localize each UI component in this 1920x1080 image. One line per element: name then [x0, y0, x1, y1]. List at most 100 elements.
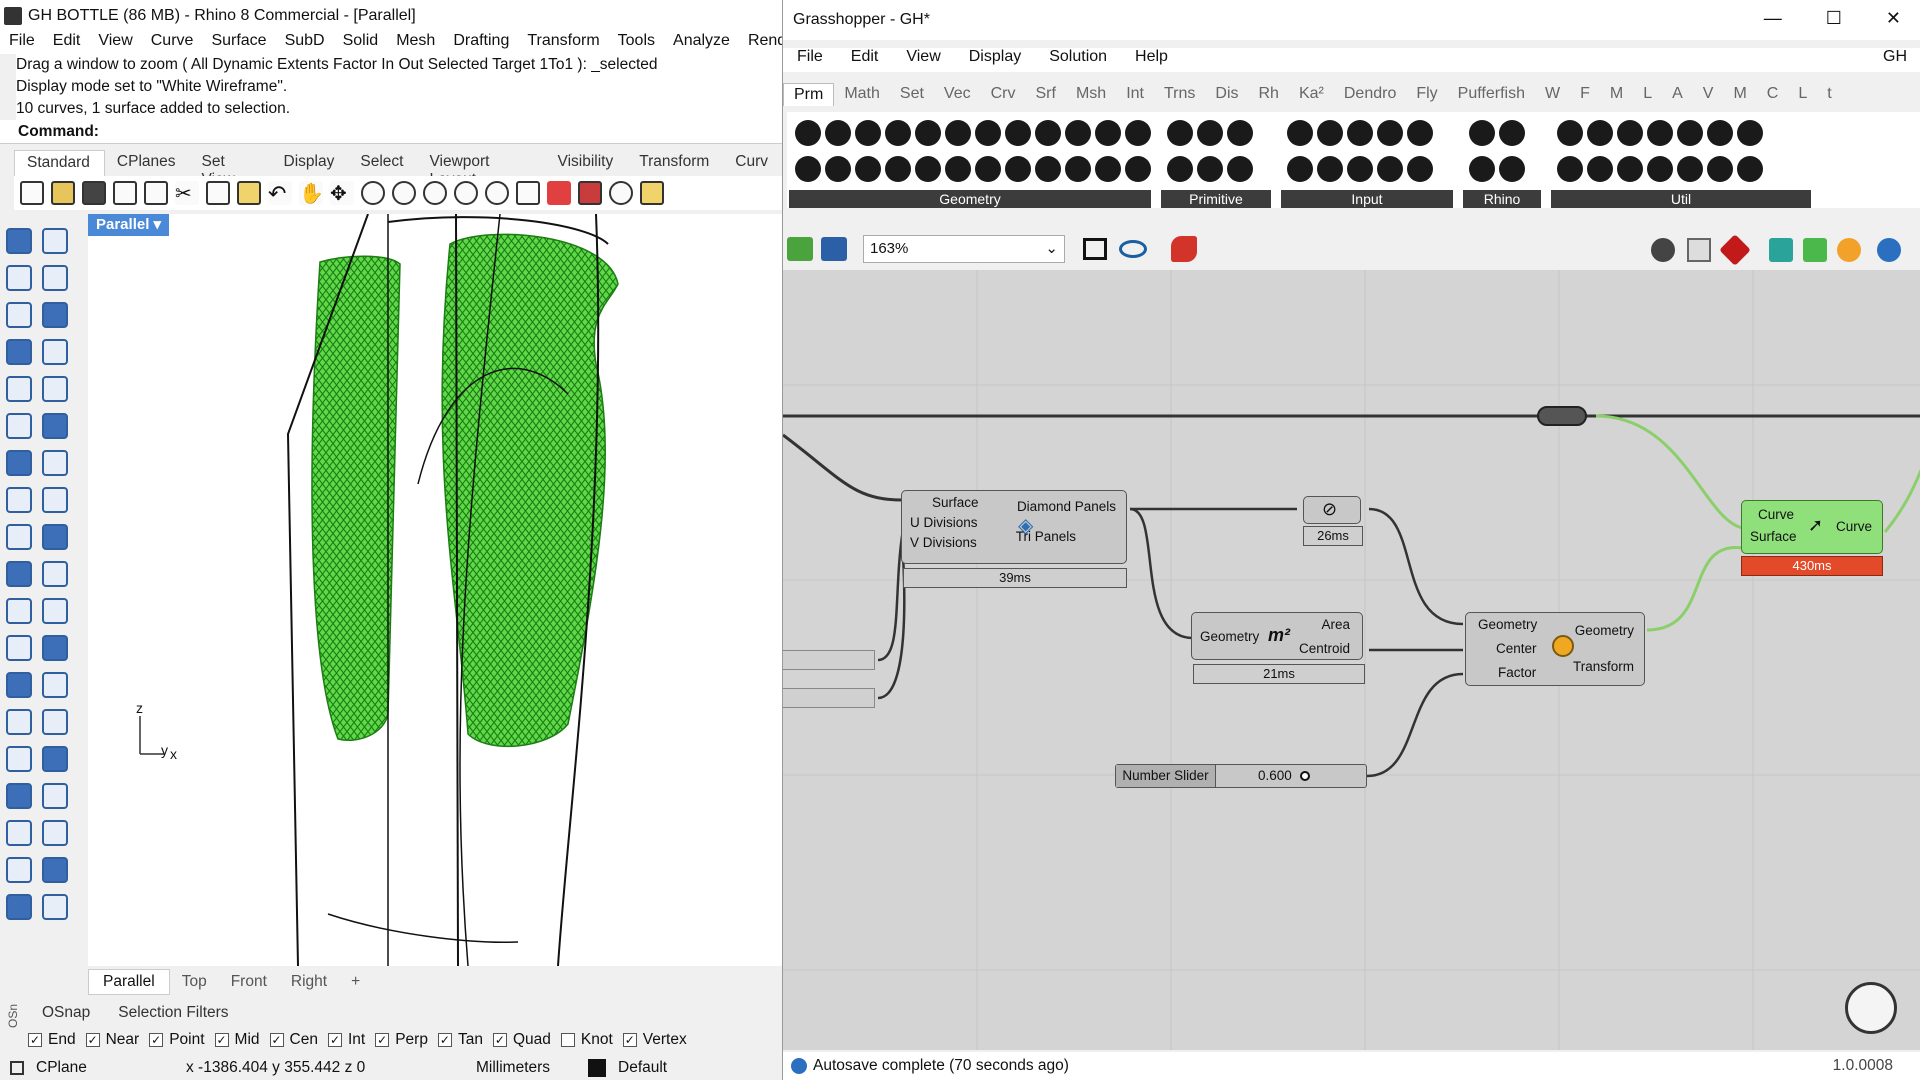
gh-component-button-icon[interactable] [1617, 156, 1643, 182]
maximize-icon[interactable]: ☐ [1826, 8, 1842, 29]
gh-tab-15[interactable]: W [1535, 85, 1570, 103]
paste-icon[interactable] [237, 181, 261, 205]
rhino-tool-icon[interactable] [42, 783, 68, 809]
osnap-mid[interactable]: ✓ Mid [214, 1031, 260, 1049]
checkbox-icon[interactable] [560, 1033, 575, 1047]
rhino-tool-icon[interactable] [6, 487, 32, 513]
osnap-point[interactable]: ✓ Point [149, 1031, 205, 1049]
rhino-tool-icon[interactable] [6, 820, 32, 846]
rhino-tool-icon[interactable] [42, 376, 68, 402]
rhino-menu-edit[interactable]: Edit [44, 32, 90, 54]
input-geometry[interactable]: Geometry [1200, 629, 1259, 644]
gh-component-button-icon[interactable] [1499, 120, 1525, 146]
gh-component-button-icon[interactable] [1707, 156, 1733, 182]
gh-menu-view[interactable]: View [892, 48, 954, 72]
preview-wire-icon[interactable] [1651, 238, 1675, 262]
osnap-icon[interactable] [609, 181, 633, 205]
checkbox-icon[interactable]: ✓ [622, 1033, 637, 1047]
rhino-tool-icon[interactable] [6, 746, 32, 772]
gh-component-button-icon[interactable] [1737, 156, 1763, 182]
gh-tab-17[interactable]: M [1600, 85, 1633, 103]
rhino-menu-transform[interactable]: Transform [518, 32, 608, 54]
output-tri-panels[interactable]: Tri Panels [1016, 529, 1076, 544]
rhino-tool-icon[interactable] [42, 635, 68, 661]
sketch-icon[interactable] [1171, 236, 1197, 262]
navigation-compass-icon[interactable] [1845, 982, 1897, 1034]
mesh-settings-icon[interactable] [1769, 238, 1793, 262]
gh-component-button-icon[interactable] [1125, 156, 1151, 182]
minimize-icon[interactable]: — [1764, 8, 1782, 29]
cut-icon[interactable]: ✂ [175, 181, 199, 205]
gh-component-button-icon[interactable] [1647, 120, 1673, 146]
zoom-icon[interactable] [361, 181, 385, 205]
rhino-tool-icon[interactable] [42, 820, 68, 846]
gh-component-button-icon[interactable] [1065, 156, 1091, 182]
gh-component-button-icon[interactable] [1557, 120, 1583, 146]
gh-component-button-icon[interactable] [1499, 156, 1525, 182]
rhino-menu-drafting[interactable]: Drafting [444, 32, 518, 54]
param-input-stub[interactable] [783, 650, 875, 670]
rhino-menu-analyze[interactable]: Analyze [664, 32, 739, 54]
gh-tab-19[interactable]: A [1662, 85, 1693, 103]
vp-tab-parallel[interactable]: Parallel [88, 969, 170, 995]
curve-on-surface-component[interactable]: Curve Surface ➚ Curve [1741, 500, 1883, 554]
gh-component-button-icon[interactable] [795, 156, 821, 182]
gh-component-button-icon[interactable] [1167, 156, 1193, 182]
gh-component-button-icon[interactable] [1095, 120, 1121, 146]
input-center[interactable]: Center [1496, 641, 1537, 656]
gh-component-button-icon[interactable] [1005, 120, 1031, 146]
copy-icon[interactable] [206, 181, 230, 205]
undo-view-icon[interactable] [485, 181, 509, 205]
gh-component-button-icon[interactable] [1587, 120, 1613, 146]
rhino-tool-icon[interactable] [6, 339, 32, 365]
rhino-tool-icon[interactable] [6, 783, 32, 809]
tab-transform[interactable]: Transform [627, 150, 723, 176]
gh-component-button-icon[interactable] [1035, 120, 1061, 146]
rhino-tool-icon[interactable] [6, 265, 32, 291]
gh-tab-16[interactable]: F [1570, 85, 1600, 103]
gh-component-button-icon[interactable] [1227, 120, 1253, 146]
tab-select[interactable]: Select [348, 150, 417, 176]
gh-menu-solution[interactable]: Solution [1035, 48, 1121, 72]
open-file-icon[interactable] [787, 237, 813, 261]
gh-component-button-icon[interactable] [1287, 156, 1313, 182]
diamond-panels-component[interactable]: Surface U Divisions V Divisions ◈ Diamon… [901, 490, 1127, 564]
tab-cplanes[interactable]: CPlanes [105, 150, 190, 176]
gh-component-button-icon[interactable] [1407, 120, 1433, 146]
osnap-near[interactable]: ✓ Near [85, 1031, 139, 1049]
zoom-extents-icon[interactable] [423, 181, 447, 205]
gh-component-button-icon[interactable] [825, 120, 851, 146]
command-line[interactable]: Command: [0, 120, 782, 144]
tab-standard[interactable]: Standard [14, 150, 105, 176]
viewport-title[interactable]: Parallel ▾ [88, 214, 170, 236]
gh-component-button-icon[interactable] [1377, 120, 1403, 146]
gh-tab-1[interactable]: Math [834, 85, 890, 103]
gh-component-button-icon[interactable] [1125, 120, 1151, 146]
osnap-quad[interactable]: ✓ Quad [492, 1031, 551, 1049]
gh-tab-18[interactable]: L [1633, 85, 1662, 103]
gh-component-button-icon[interactable] [1347, 120, 1373, 146]
gh-component-button-icon[interactable] [855, 156, 881, 182]
rhino-tool-icon[interactable] [6, 894, 32, 920]
rhino-tool-icon[interactable] [42, 709, 68, 735]
gh-component-button-icon[interactable] [915, 120, 941, 146]
gh-component-button-icon[interactable] [1167, 120, 1193, 146]
rhino-menu-view[interactable]: View [89, 32, 141, 54]
gh-tab-20[interactable]: V [1693, 85, 1724, 103]
rhino-tool-icon[interactable] [6, 672, 32, 698]
rhino-tool-icon[interactable] [42, 894, 68, 920]
gh-component-button-icon[interactable] [1677, 120, 1703, 146]
gh-tab-10[interactable]: Rh [1249, 85, 1289, 103]
osnap-end[interactable]: ✓ End [28, 1031, 76, 1049]
rhino-tool-icon[interactable] [6, 228, 32, 254]
gh-tab-0[interactable]: Prm [783, 82, 835, 106]
vp-tab-top[interactable]: Top [170, 973, 219, 991]
rhino-tool-icon[interactable] [6, 635, 32, 661]
checkbox-icon[interactable]: ✓ [28, 1033, 42, 1047]
gh-canvas[interactable]: Surface U Divisions V Divisions ◈ Diamon… [783, 270, 1920, 1050]
scale-component[interactable]: Geometry Center Factor Geometry Transfor… [1465, 612, 1645, 686]
gh-menu-edit[interactable]: Edit [837, 48, 893, 72]
new-file-icon[interactable] [20, 181, 44, 205]
gh-component-button-icon[interactable] [1377, 156, 1403, 182]
gh-component-button-icon[interactable] [1617, 120, 1643, 146]
